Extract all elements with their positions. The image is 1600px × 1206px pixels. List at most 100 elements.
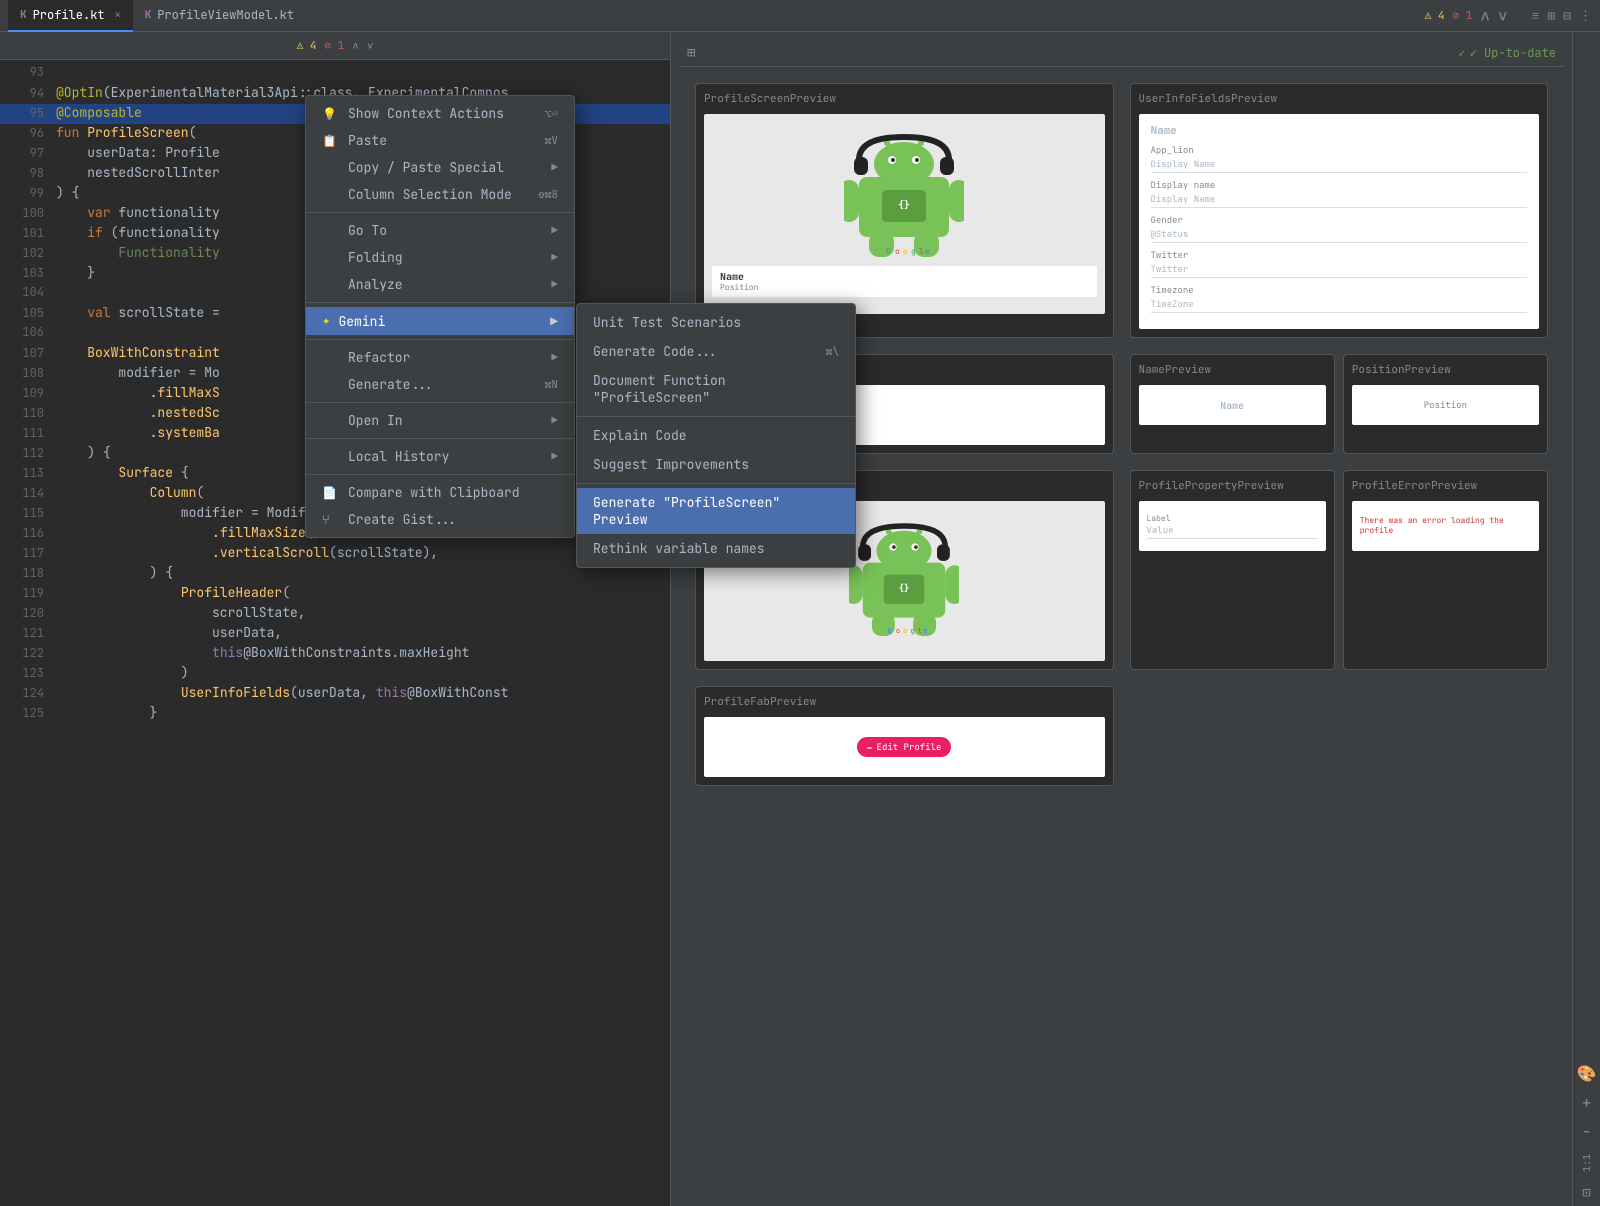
name-position-pair: NamePreview Name PositionPreview Positio… [1130,354,1549,454]
right-toolbar: 🎨 + − 1:1 ⊡ [1572,32,1600,1206]
zoom-level: 1:1 [1580,1154,1593,1172]
svg-text:G: G [886,247,891,257]
toolbar-zoom-out-icon[interactable]: − [1582,1121,1592,1142]
gemini-star-icon: ✦ [322,312,330,330]
warning-badge: ⚠ 4 [1425,9,1445,23]
svg-text:o: o [896,627,900,636]
nav-up-icon[interactable]: ∧ [352,39,359,53]
preview-card-name-small: NamePreview Name [1130,354,1335,454]
code-line-122: 122 this@BoxWithConstraints.maxHeight [0,644,670,664]
menu-item-copy-paste-special[interactable]: Copy / Paste Special ▶ [306,154,574,181]
fab-button[interactable]: ✏ Edit Profile [857,737,951,757]
menu-label-compare-clipboard: Compare with Clipboard [348,484,520,501]
toolbar-palette-icon[interactable]: 🎨 [1577,1063,1597,1084]
svg-text:e: e [924,627,928,636]
paste-icon: 📋 [322,133,340,149]
preview-card-fab: ProfileFabPreview ✏ Edit Profile [695,686,1114,786]
menu-item-compare-clipboard[interactable]: 📄 Compare with Clipboard [306,479,574,506]
shortcut-show-context-actions: ⌥⏎ [545,107,558,121]
menu-label-gemini: Gemini [338,313,385,330]
preview-card-error: ProfileErrorPreview There was an error l… [1343,470,1548,670]
fab-label: Edit Profile [877,741,942,753]
up-to-date-icon: ✓ [1458,45,1465,61]
submenu-arrow-goto: ▶ [551,224,558,238]
menu-item-gemini[interactable]: ✦ Gemini ▶ Unit Test Scenarios Generate … [306,307,574,335]
menu-item-generate[interactable]: Generate... ⌘N [306,371,574,398]
menu-item-paste[interactable]: 📋 Paste ⌘V [306,127,574,154]
preview-header: ⊞ ✓ ✓ Up-to-date [679,40,1564,67]
tab-profile-kt[interactable]: K Profile.kt ✕ [8,0,133,32]
code-line-93: 93 [0,64,670,84]
preview-content-name-small: Name [1139,385,1326,425]
shortcut-generate: ⌘N [545,378,558,392]
error-badge: ⊘ 1 [1452,9,1472,23]
editor-warning: ⚠ 4 [297,39,317,53]
gist-icon: ⑂ [322,511,340,528]
menu-label-refactor: Refactor [348,349,410,366]
menu-label-goto: Go To [348,222,387,239]
svg-text:l: l [919,247,924,257]
preview-content-error: There was an error loading the profile [1352,501,1539,551]
preview-panel-toggle[interactable]: ⊞ [687,44,695,62]
menu-label-generate: Generate... [348,376,434,393]
nav-down-icon[interactable]: ∨ [367,39,374,53]
chevron-up-icon[interactable]: ∧ [1480,5,1490,26]
submenu-label-unit-test: Unit Test Scenarios [593,314,741,331]
preview-content-profile-screen: {} G o o g l e Name Position [704,114,1105,314]
toolbar-fit-icon[interactable]: ⊡ [1582,1184,1590,1202]
submenu-explain-code[interactable]: Explain Code [577,421,855,450]
preview-card-user-info: UserInfoFieldsPreview Name App_lion Disp… [1130,83,1549,338]
tab-close-profile[interactable]: ✕ [115,8,121,21]
gemini-submenu: Unit Test Scenarios Generate Code... ⌘\ … [576,303,856,568]
preview-title-profile-screen: ProfileScreenPreview [704,92,1105,106]
submenu-generate-code[interactable]: Generate Code... ⌘\ [577,337,855,366]
android-robot-svg-2: {} G o o g l e [849,521,959,641]
menu-item-column-selection[interactable]: Column Selection Mode ⇧⌘8 [306,181,574,208]
menu-item-analyze[interactable]: Analyze ▶ [306,271,574,298]
name-preview-text: Name [1220,399,1244,412]
preview-card-position-small: PositionPreview Position [1343,354,1548,454]
submenu-separator-2 [577,483,855,484]
menu-item-create-gist[interactable]: ⑂ Create Gist... [306,506,574,533]
preview-content-position-small: Position [1352,385,1539,425]
submenu-arrow-open-in: ▶ [551,414,558,428]
submenu-document-fn[interactable]: Document Function "ProfileScreen" [577,366,855,412]
preview-panel[interactable]: ⊞ ✓ ✓ Up-to-date ProfileScreenPreview [670,32,1572,1206]
separator-3 [306,339,574,340]
menu-item-goto[interactable]: Go To ▶ [306,217,574,244]
menu-item-folding[interactable]: Folding ▶ [306,244,574,271]
menu-item-show-context-actions[interactable]: 💡 Show Context Actions ⌥⏎ [306,100,574,127]
shortcut-paste: ⌘V [545,134,558,148]
toolbar-zoom-in-icon[interactable]: + [1582,1092,1592,1113]
submenu-label-document-fn: Document Function "ProfileScreen" [593,372,839,406]
editor-container: ⚠ 4 ⊘ 1 ∧ ∨ 93 94 @OptIn(ExperimentalMat… [0,32,1600,1206]
preview-card-profile-screen: ProfileScreenPreview [695,83,1114,338]
tab-viewmodel[interactable]: K ProfileViewModel.kt [133,0,306,32]
menu-item-refactor[interactable]: Refactor ▶ [306,344,574,371]
preview-content-fab: ✏ Edit Profile [704,717,1105,777]
context-menu: 💡 Show Context Actions ⌥⏎ 📋 Paste ⌘V Cop… [305,95,575,538]
submenu-rethink-names[interactable]: Rethink variable names [577,534,855,563]
edit-icon: ✏ [867,741,872,753]
separator-2 [306,302,574,303]
menu-item-local-history[interactable]: Local History ▶ [306,443,574,470]
submenu-suggest-improvements[interactable]: Suggest Improvements [577,450,855,479]
menu-label-show-context-actions: Show Context Actions [348,105,504,122]
error-text: There was an error loading the profile [1360,516,1531,536]
menu-item-open-in[interactable]: Open In ▶ [306,407,574,434]
svg-text:o: o [903,627,907,636]
preview-title-position-small: PositionPreview [1352,363,1539,377]
code-line-118: 118 ) { [0,564,670,584]
submenu-unit-test[interactable]: Unit Test Scenarios [577,308,855,337]
submenu-arrow-gemini: ▶ [550,313,558,330]
menu-label-paste: Paste [348,132,387,149]
property-value: Value [1147,524,1318,539]
preview-title-fab: ProfileFabPreview [704,695,1105,709]
submenu-label-rethink-names: Rethink variable names [593,540,765,557]
preview-content-user-info: Name App_lion Display Name Display name … [1139,114,1540,329]
menu-label-column-selection: Column Selection Mode [348,186,512,203]
chevron-down-icon[interactable]: ∨ [1498,5,1508,26]
menu-label-copy-paste-special: Copy / Paste Special [348,159,504,176]
separator-1 [306,212,574,213]
submenu-generate-preview[interactable]: Generate "ProfileScreen" Preview [577,488,855,534]
